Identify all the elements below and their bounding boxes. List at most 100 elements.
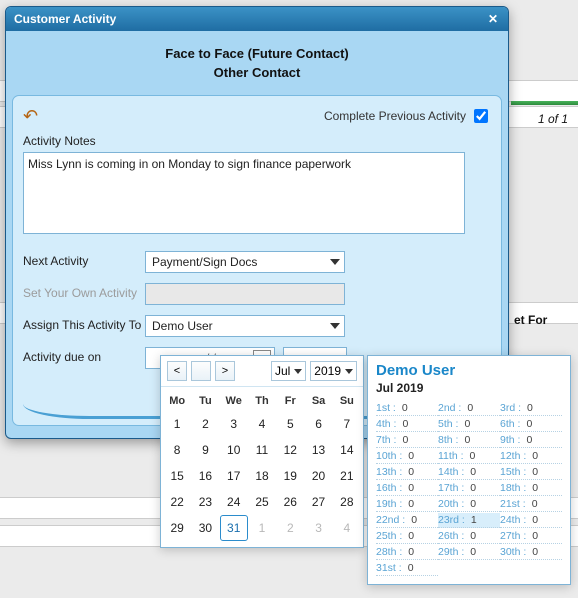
availability-count: 0 <box>402 418 408 430</box>
calendar-day[interactable]: 24 <box>220 489 248 515</box>
availability-day[interactable]: 15th : 0 <box>500 465 562 480</box>
availability-count: 0 <box>526 434 532 446</box>
year-select[interactable]: 2019 <box>310 361 357 381</box>
availability-ordinal: 24th : <box>500 514 526 526</box>
availability-ordinal: 5th : <box>438 418 458 430</box>
chevron-down-icon <box>330 323 340 329</box>
month-select[interactable]: Jul <box>271 361 306 381</box>
availability-day[interactable]: 10th :0 <box>376 449 438 464</box>
calendar-day[interactable]: 5 <box>276 411 304 437</box>
availability-day[interactable]: 13th :0 <box>376 465 438 480</box>
availability-count: 0 <box>532 466 538 478</box>
dow-header: We <box>220 393 248 409</box>
calendar-day[interactable]: 19 <box>276 463 304 489</box>
complete-previous-label: Complete Previous Activity <box>324 109 466 123</box>
calendar-day[interactable]: 23 <box>191 489 219 515</box>
calendar-day[interactable]: 31 <box>220 515 248 541</box>
availability-ordinal: 12th : <box>500 450 526 462</box>
calendar-day[interactable]: 9 <box>191 437 219 463</box>
due-date-label: Activity due on <box>23 350 145 364</box>
calendar-day[interactable]: 15 <box>163 463 191 489</box>
availability-day[interactable]: 4th :0 <box>376 417 438 432</box>
calendar-day[interactable]: 1 <box>248 515 276 541</box>
availability-day[interactable]: 11th :0 <box>438 449 500 464</box>
availability-day[interactable]: 24th :0 <box>500 513 562 528</box>
calendar-day[interactable]: 27 <box>304 489 332 515</box>
calendar-day[interactable]: 29 <box>163 515 191 541</box>
availability-day[interactable]: 21st :0 <box>500 497 562 512</box>
calendar-day[interactable]: 13 <box>304 437 332 463</box>
availability-day[interactable]: 16th :0 <box>376 481 438 496</box>
calendar-day[interactable]: 2 <box>276 515 304 541</box>
availability-day[interactable]: 25th :0 <box>376 529 438 544</box>
availability-day[interactable]: 2nd :0 <box>438 401 500 416</box>
calendar-day[interactable]: 28 <box>333 489 361 515</box>
availability-day[interactable]: 8th :0 <box>438 433 500 448</box>
assign-user-select[interactable]: Demo User <box>145 315 345 337</box>
calendar-day[interactable]: 3 <box>304 515 332 541</box>
availability-count: 0 <box>467 402 473 414</box>
calendar-day[interactable]: 16 <box>191 463 219 489</box>
calendar-day[interactable]: 25 <box>248 489 276 515</box>
availability-day[interactable]: 31st :0 <box>376 561 438 576</box>
availability-ordinal: 31st : <box>376 562 402 574</box>
today-button[interactable] <box>191 361 211 381</box>
dialog-subtitle-2: Other Contact <box>12 64 502 83</box>
complete-previous-checkbox[interactable]: Complete Previous Activity <box>324 106 491 126</box>
availability-day[interactable]: 6th :0 <box>500 417 562 432</box>
calendar-day[interactable]: 17 <box>220 463 248 489</box>
calendar-day[interactable]: 8 <box>163 437 191 463</box>
availability-month: Jul 2019 <box>376 381 562 395</box>
calendar-day[interactable]: 4 <box>333 515 361 541</box>
calendar-day[interactable]: 12 <box>276 437 304 463</box>
prev-month-button[interactable]: < <box>167 361 187 381</box>
calendar-day[interactable]: 18 <box>248 463 276 489</box>
availability-day[interactable]: 27th :0 <box>500 529 562 544</box>
calendar-day[interactable]: 10 <box>220 437 248 463</box>
availability-day[interactable]: 18th :0 <box>500 481 562 496</box>
availability-day[interactable]: 12th :0 <box>500 449 562 464</box>
availability-day[interactable]: 3rd :0 <box>500 401 562 416</box>
calendar-day[interactable]: 7 <box>333 411 361 437</box>
availability-day[interactable]: 7th :0 <box>376 433 438 448</box>
date-picker: < > Jul 2019 MoTuWeThFrSaSu 123456789101… <box>160 355 364 548</box>
dialog-titlebar[interactable]: Customer Activity ✕ <box>6 7 508 31</box>
close-icon[interactable]: ✕ <box>486 12 500 26</box>
availability-day[interactable]: 22nd :0 <box>376 513 438 528</box>
complete-previous-input[interactable] <box>474 109 488 123</box>
availability-count: 0 <box>470 450 476 462</box>
calendar-day[interactable]: 6 <box>304 411 332 437</box>
calendar-day[interactable]: 2 <box>191 411 219 437</box>
availability-ordinal: 14th : <box>438 466 464 478</box>
availability-day[interactable]: 29th :0 <box>438 545 500 560</box>
activity-notes-input[interactable] <box>23 152 465 234</box>
availability-day[interactable]: 17th :0 <box>438 481 500 496</box>
availability-day[interactable]: 28th :0 <box>376 545 438 560</box>
availability-count: 0 <box>526 418 532 430</box>
calendar-day[interactable]: 22 <box>163 489 191 515</box>
calendar-day[interactable]: 1 <box>163 411 191 437</box>
availability-day[interactable]: 1st :0 <box>376 401 438 416</box>
availability-day[interactable]: 20th :0 <box>438 497 500 512</box>
availability-day[interactable]: 5th :0 <box>438 417 500 432</box>
next-month-button[interactable]: > <box>215 361 235 381</box>
calendar-day[interactable]: 11 <box>248 437 276 463</box>
calendar-day[interactable]: 20 <box>304 463 332 489</box>
calendar-day[interactable]: 4 <box>248 411 276 437</box>
availability-ordinal: 15th : <box>500 466 526 478</box>
availability-count: 0 <box>408 498 414 510</box>
availability-day[interactable]: 30th :0 <box>500 545 562 560</box>
availability-day[interactable]: 23rd :1 <box>438 513 500 528</box>
calendar-day[interactable]: 26 <box>276 489 304 515</box>
calendar-day[interactable]: 3 <box>220 411 248 437</box>
calendar-day[interactable]: 21 <box>333 463 361 489</box>
availability-day[interactable]: 9th :0 <box>500 433 562 448</box>
availability-day[interactable]: 19th :0 <box>376 497 438 512</box>
next-activity-select[interactable]: Payment/Sign Docs <box>145 251 345 273</box>
calendar-day[interactable]: 14 <box>333 437 361 463</box>
availability-ordinal: 26th : <box>438 530 464 542</box>
calendar-day[interactable]: 30 <box>191 515 219 541</box>
availability-day[interactable]: 26th :0 <box>438 529 500 544</box>
availability-day[interactable]: 14th :0 <box>438 465 500 480</box>
undo-icon[interactable]: ↶ <box>23 107 38 125</box>
